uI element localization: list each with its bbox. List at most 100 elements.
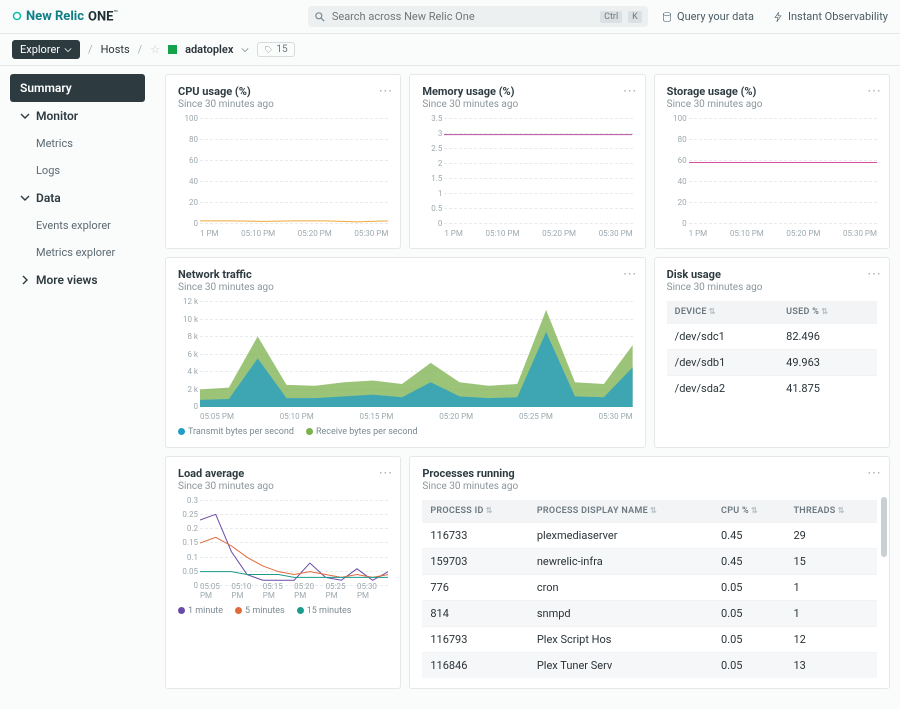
search-input[interactable] bbox=[332, 10, 594, 23]
obs-label: Instant Observability bbox=[788, 10, 888, 23]
logo-brand: New Relic bbox=[26, 9, 84, 24]
legend-label: Transmit bytes per second bbox=[188, 427, 294, 437]
table-scrollbar[interactable] bbox=[881, 497, 887, 557]
table-row[interactable]: 116793Plex Script Hos0.0512 bbox=[422, 627, 877, 653]
card-menu-button[interactable]: ⋯ bbox=[867, 465, 881, 481]
cell-pid: 159703 bbox=[422, 549, 529, 575]
card-menu-button[interactable]: ⋯ bbox=[623, 83, 637, 99]
table-row[interactable]: /dev/sdc182.496 bbox=[667, 324, 877, 350]
cpu-chart[interactable]: 1008060402001 PM05:10 PM05:20 PM05:30 PM bbox=[178, 118, 388, 238]
sidebar-label: Logs bbox=[36, 164, 60, 177]
sidebar-item-metrics-explorer[interactable]: Metrics explorer bbox=[10, 239, 145, 266]
load-chart[interactable]: 0.30.250.20.150.10.05005:05 PM05:10 PM05… bbox=[178, 500, 388, 600]
col-cpu[interactable]: CPU %⇅ bbox=[713, 500, 785, 523]
chevron-down-icon bbox=[64, 46, 72, 54]
cell-name: newrelic-infra bbox=[529, 549, 713, 575]
sidebar-item-events-explorer[interactable]: Events explorer bbox=[10, 212, 145, 239]
network-chart[interactable]: 12 k10 k8 k6 k4 k2 k005:05 PM05:10 PM05:… bbox=[178, 301, 633, 421]
card-disk-usage: ⋯ Disk usage Since 30 minutes ago DEVICE… bbox=[654, 257, 890, 448]
network-legend: Transmit bytes per second Receive bytes … bbox=[178, 427, 633, 437]
card-menu-button[interactable]: ⋯ bbox=[867, 266, 881, 282]
col-pid[interactable]: PROCESS ID⇅ bbox=[422, 500, 529, 523]
col-used[interactable]: USED %⇅ bbox=[778, 301, 877, 324]
global-search[interactable]: Ctrl K bbox=[308, 6, 648, 27]
sidebar-item-summary[interactable]: Summary bbox=[10, 74, 145, 102]
cell-name: cron bbox=[529, 575, 713, 601]
crumb-hosts[interactable]: Hosts bbox=[101, 43, 130, 56]
sidebar-item-logs[interactable]: Logs bbox=[10, 157, 145, 184]
card-title: Storage usage (%) bbox=[667, 85, 877, 98]
card-subtitle: Since 30 minutes ago bbox=[667, 282, 877, 293]
cell-pid: 116793 bbox=[422, 627, 529, 653]
processes-table: PROCESS ID⇅ PROCESS DISPLAY NAME⇅ CPU %⇅… bbox=[422, 500, 877, 678]
query-your-data-link[interactable]: Query your data bbox=[661, 10, 754, 23]
disk-table: DEVICE⇅ USED %⇅ /dev/sdc182.496/dev/sdb1… bbox=[667, 301, 877, 401]
table-row[interactable]: 776cron0.051 bbox=[422, 575, 877, 601]
col-threads[interactable]: THREADS⇅ bbox=[785, 500, 877, 523]
cell-used: 82.496 bbox=[778, 324, 877, 350]
tag-count: 15 bbox=[276, 44, 287, 55]
sidebar-label: Monitor bbox=[36, 109, 78, 123]
card-title: Processes running bbox=[422, 467, 877, 480]
card-menu-button[interactable]: ⋯ bbox=[378, 83, 392, 99]
legend-label: Receive bytes per second bbox=[316, 427, 418, 437]
cell-device: /dev/sdb1 bbox=[667, 350, 779, 376]
col-device[interactable]: DEVICE⇅ bbox=[667, 301, 779, 324]
explorer-label: Explorer bbox=[20, 43, 60, 56]
logo[interactable]: New Relic ONE™ bbox=[12, 9, 118, 24]
card-subtitle: Since 30 minutes ago bbox=[178, 282, 633, 293]
table-row[interactable]: 116846Plex Tuner Serv0.0513 bbox=[422, 653, 877, 679]
sidebar-label: Data bbox=[36, 191, 61, 205]
cell-cpu: 0.05 bbox=[713, 653, 785, 679]
main-content: ⋯ CPU usage (%) Since 30 minutes ago 100… bbox=[155, 66, 900, 709]
sidebar-label: More views bbox=[36, 273, 98, 287]
card-menu-button[interactable]: ⋯ bbox=[623, 266, 637, 282]
sidebar-item-more-views[interactable]: More views bbox=[10, 266, 145, 294]
legend-dot-icon bbox=[178, 428, 185, 435]
col-name[interactable]: PROCESS DISPLAY NAME⇅ bbox=[529, 500, 713, 523]
cell-name: Plex Tuner Serv bbox=[529, 653, 713, 679]
cell-name: snmpd bbox=[529, 601, 713, 627]
cell-threads: 13 bbox=[785, 653, 877, 679]
sidebar-item-metrics[interactable]: Metrics bbox=[10, 130, 145, 157]
card-cpu-usage: ⋯ CPU usage (%) Since 30 minutes ago 100… bbox=[165, 74, 401, 249]
card-processes-running: ⋯ Processes running Since 30 minutes ago… bbox=[409, 456, 890, 689]
sidebar-item-monitor[interactable]: Monitor bbox=[10, 102, 145, 130]
explorer-dropdown[interactable]: Explorer bbox=[12, 40, 80, 59]
card-subtitle: Since 30 minutes ago bbox=[178, 481, 388, 492]
table-row[interactable]: /dev/sdb149.963 bbox=[667, 350, 877, 376]
card-title: Memory usage (%) bbox=[422, 85, 632, 98]
memory-chart[interactable]: 3.532.521.510.501 PM05:10 PM05:20 PM05:3… bbox=[422, 118, 632, 238]
cell-device: /dev/sdc1 bbox=[667, 324, 779, 350]
tags-button[interactable]: 15 bbox=[257, 42, 294, 57]
star-icon[interactable]: ☆ bbox=[150, 43, 160, 56]
chevron-down-icon[interactable] bbox=[241, 46, 249, 54]
load-legend: 1 minute 5 minutes 15 minutes bbox=[178, 606, 388, 616]
table-row[interactable]: /dev/sda241.875 bbox=[667, 376, 877, 402]
sidebar-item-data[interactable]: Data bbox=[10, 184, 145, 212]
crumb-hostname[interactable]: adatoplex bbox=[185, 43, 233, 56]
storage-chart[interactable]: 1008060402001 PM05:10 PM05:20 PM05:30 PM bbox=[667, 118, 877, 238]
sort-icon: ⇅ bbox=[650, 506, 658, 515]
breadcrumb: Explorer / Hosts / ☆ adatoplex 15 bbox=[0, 34, 900, 66]
kbd-ctrl: Ctrl bbox=[600, 11, 622, 23]
instant-observability-link[interactable]: Instant Observability bbox=[772, 10, 888, 23]
sort-icon: ⇅ bbox=[821, 307, 829, 316]
cell-cpu: 0.05 bbox=[713, 627, 785, 653]
card-menu-button[interactable]: ⋯ bbox=[378, 465, 392, 481]
table-row[interactable]: 814snmpd0.051 bbox=[422, 601, 877, 627]
cell-threads: 1 bbox=[785, 575, 877, 601]
table-row[interactable]: 116733plexmediaserver0.4529 bbox=[422, 523, 877, 549]
cell-threads: 15 bbox=[785, 549, 877, 575]
card-title: CPU usage (%) bbox=[178, 85, 388, 98]
chevron-right-icon bbox=[20, 275, 30, 285]
legend-label: 5 minutes bbox=[245, 606, 285, 616]
legend-dot-icon bbox=[235, 607, 242, 614]
top-header: New Relic ONE™ Ctrl K Query your data In… bbox=[0, 0, 900, 34]
card-menu-button[interactable]: ⋯ bbox=[867, 83, 881, 99]
cell-threads: 1 bbox=[785, 601, 877, 627]
table-row[interactable]: 159703newrelic-infra0.4515 bbox=[422, 549, 877, 575]
legend-dot-icon bbox=[306, 428, 313, 435]
legend-dot-icon bbox=[178, 607, 185, 614]
search-icon bbox=[314, 11, 326, 23]
